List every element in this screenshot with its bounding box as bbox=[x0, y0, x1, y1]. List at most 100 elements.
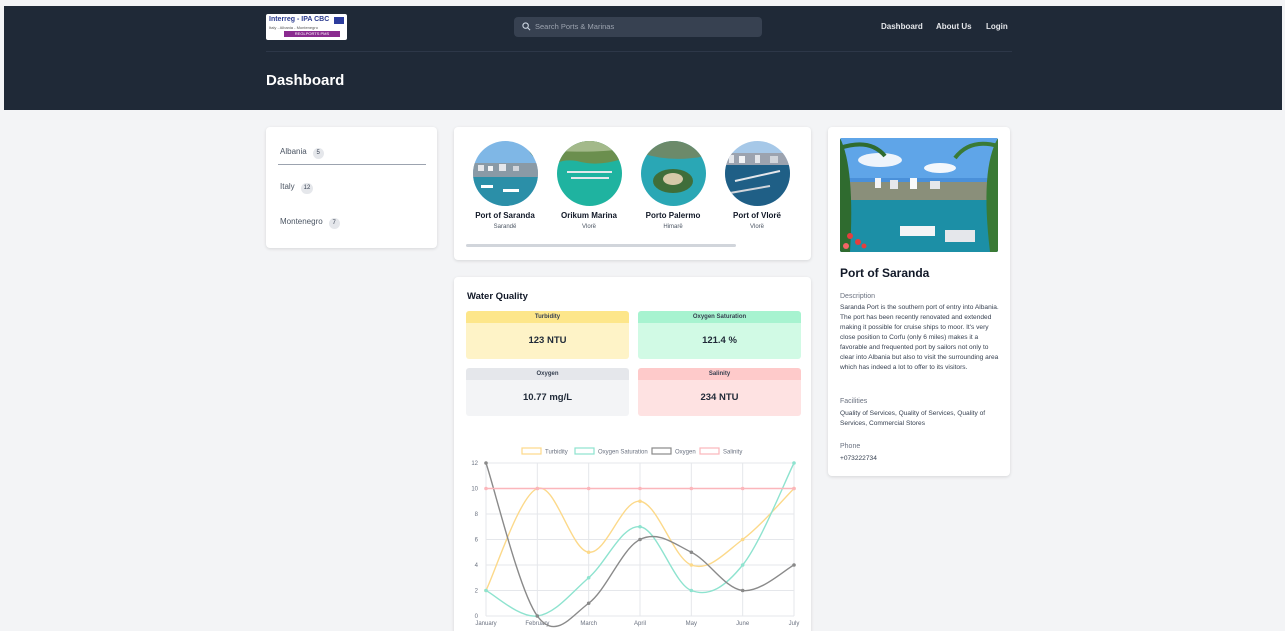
country-name: Italy bbox=[280, 182, 295, 191]
water-quality-card: Water Quality Turbidity 123 NTU Oxygen S… bbox=[454, 277, 811, 631]
port-name: Port of Saranda bbox=[475, 211, 535, 220]
count-badge: 5 bbox=[312, 148, 324, 159]
phone-value[interactable]: +073222734 bbox=[840, 454, 1000, 464]
eu-flag-icon bbox=[334, 17, 344, 24]
data-point-oxygen bbox=[792, 563, 796, 567]
count-badge: 12 bbox=[300, 183, 314, 194]
country-name: Montenegro bbox=[280, 217, 323, 226]
search-icon bbox=[522, 22, 531, 31]
port-name: Orikum Marina bbox=[560, 211, 617, 220]
nav-about-us[interactable]: About Us bbox=[936, 22, 972, 31]
search-input[interactable]: Search Ports & Marinas bbox=[514, 17, 762, 37]
y-tick-label: 6 bbox=[475, 538, 479, 544]
search-placeholder: Search Ports & Marinas bbox=[535, 22, 615, 31]
data-point-oxygen-saturation bbox=[638, 524, 642, 529]
metric-value: 10.77 mg/L bbox=[466, 380, 629, 416]
data-point-salinity bbox=[484, 486, 488, 491]
country-item-italy[interactable]: Italy 12 bbox=[280, 182, 314, 194]
port-image bbox=[556, 141, 622, 206]
logo-line-2: Italy - Albania - Montenegro bbox=[269, 25, 318, 30]
y-tick-label: 10 bbox=[471, 487, 478, 493]
port-detail-card: Port of Saranda Description Saranda Port… bbox=[828, 127, 1010, 476]
data-point-salinity bbox=[638, 486, 642, 491]
nav-login[interactable]: Login bbox=[986, 22, 1008, 31]
metric-label: Turbidity bbox=[466, 311, 629, 323]
carousel-scrollbar[interactable] bbox=[466, 244, 736, 247]
data-point-salinity bbox=[535, 486, 540, 491]
data-point-oxygen bbox=[586, 601, 591, 606]
legend-label-salinity: Salinity bbox=[723, 450, 742, 456]
legend-label-oxygen-saturation: Oxygen Saturation bbox=[598, 450, 648, 456]
description-label: Description bbox=[840, 293, 876, 300]
data-point-turbidity bbox=[740, 537, 745, 542]
country-item-montenegro[interactable]: Montenegro 7 bbox=[280, 217, 340, 229]
x-tick-label: May bbox=[686, 621, 697, 627]
port-image bbox=[724, 141, 790, 206]
data-point-oxygen bbox=[740, 588, 745, 593]
data-point-oxygen-saturation bbox=[586, 575, 591, 580]
data-point-salinity bbox=[740, 486, 745, 491]
metric-value: 123 NTU bbox=[466, 323, 629, 359]
data-point-turbidity bbox=[586, 550, 591, 555]
x-tick-label: July bbox=[789, 621, 800, 627]
data-point-oxygen-saturation bbox=[792, 461, 796, 465]
y-tick-label: 0 bbox=[475, 614, 479, 620]
y-tick-label: 2 bbox=[475, 589, 479, 595]
header-divider bbox=[266, 51, 1012, 52]
port-card[interactable]: Orikum Marina Vlorë bbox=[544, 141, 634, 230]
legend-label-turbidity: Turbidity bbox=[545, 450, 568, 456]
facilities-label: Facilities bbox=[840, 398, 868, 405]
metric-label: Salinity bbox=[638, 368, 801, 380]
legend-swatch-salinity bbox=[699, 447, 720, 455]
legend-swatch-turbidity bbox=[521, 447, 542, 455]
metric-value: 121.4 % bbox=[638, 323, 801, 359]
metric-label: Oxygen bbox=[466, 368, 629, 380]
count-badge: 7 bbox=[328, 218, 340, 229]
x-tick-label: June bbox=[736, 621, 750, 627]
y-tick-label: 8 bbox=[475, 512, 479, 518]
port-detail-title: Port of Saranda bbox=[840, 266, 930, 280]
water-quality-line-chart: 024681012January February March April May Jun… bbox=[471, 447, 800, 628]
interreg-logo[interactable]: Interreg - IPA CBC Italy - Albania - Mon… bbox=[266, 14, 347, 40]
metric-salinity: Salinity 234 NTU bbox=[638, 368, 801, 416]
port-city: Vlorë bbox=[749, 224, 764, 230]
port-name: Porto Palermo bbox=[645, 211, 701, 220]
app-frame: Interreg - IPA CBC Italy - Albania - Mon… bbox=[4, 6, 1282, 631]
data-point-salinity bbox=[689, 486, 694, 491]
x-tick-label: March bbox=[580, 621, 597, 627]
data-point-oxygen bbox=[535, 614, 540, 618]
nav-dashboard[interactable]: Dashboard bbox=[881, 22, 923, 31]
y-tick-label: 12 bbox=[471, 461, 478, 467]
ports-carousel: Port of Saranda Sarandë Orikum Marina Vl… bbox=[454, 127, 811, 260]
port-card[interactable]: Port of Saranda Sarandë bbox=[460, 141, 550, 230]
data-point-oxygen bbox=[484, 461, 488, 465]
metric-oxygen-saturation: Oxygen Saturation 121.4 % bbox=[638, 311, 801, 359]
data-point-oxygen-saturation bbox=[740, 563, 745, 567]
data-point-oxygen bbox=[638, 537, 642, 542]
y-tick-label: 4 bbox=[475, 563, 479, 569]
country-list: Albania 5 Italy 12 Montenegro 7 bbox=[266, 127, 437, 248]
page-title: Dashboard bbox=[266, 72, 345, 89]
metric-label: Oxygen Saturation bbox=[638, 311, 801, 323]
description-text: Saranda Port is the southern port of ent… bbox=[840, 304, 999, 371]
port-detail-image bbox=[840, 138, 998, 252]
metric-turbidity: Turbidity 123 NTU bbox=[466, 311, 629, 359]
port-name: Port of Vlorë bbox=[732, 211, 781, 220]
legend-swatch-oxygen-saturation bbox=[574, 447, 595, 455]
port-card[interactable]: Port of Vlorë Vlorë bbox=[712, 141, 802, 230]
data-point-turbidity bbox=[689, 563, 694, 567]
data-point-oxygen-saturation bbox=[484, 588, 488, 593]
metric-value: 234 NTU bbox=[638, 380, 801, 416]
country-item-albania[interactable]: Albania 5 bbox=[280, 147, 324, 159]
logo-line-1: Interreg - IPA CBC bbox=[269, 16, 330, 23]
water-quality-title: Water Quality bbox=[467, 291, 528, 302]
active-underline bbox=[278, 164, 426, 165]
x-tick-label: January bbox=[475, 621, 496, 627]
legend-label-oxygen: Oxygen bbox=[675, 450, 696, 456]
country-name: Albania bbox=[280, 147, 307, 156]
phone-label: Phone bbox=[840, 443, 861, 450]
port-city: Himarë bbox=[663, 224, 683, 230]
port-image bbox=[640, 141, 706, 206]
port-card[interactable]: Porto Palermo Himarë bbox=[628, 141, 718, 230]
facilities-text: Quality of Services, Quality of Services… bbox=[840, 410, 986, 427]
